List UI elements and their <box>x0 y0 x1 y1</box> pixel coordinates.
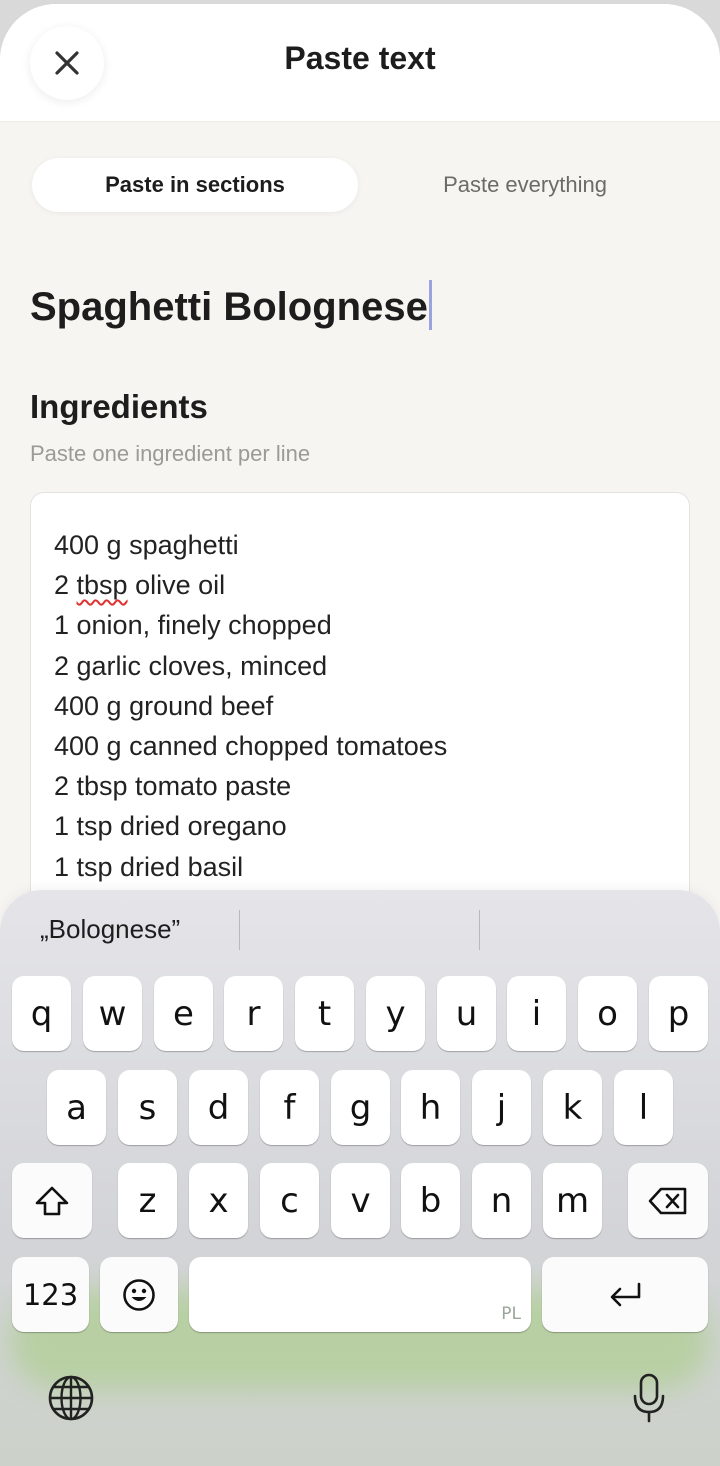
key-k[interactable]: k <box>543 1070 602 1145</box>
key-y[interactable]: y <box>366 976 425 1051</box>
onscreen-keyboard: „Bolognese” q w e r t y u i o p a s d f … <box>0 890 720 1466</box>
key-j[interactable]: j <box>472 1070 531 1145</box>
ingredient-line: 2 tbsp tomato paste <box>54 771 292 802</box>
suggestion-item[interactable]: „Bolognese” <box>40 914 180 945</box>
return-icon <box>610 1282 641 1306</box>
key-b[interactable]: b <box>401 1163 460 1238</box>
globe-button[interactable] <box>45 1372 97 1424</box>
shift-key[interactable] <box>12 1163 92 1238</box>
ingredients-hint: Paste one ingredient per line <box>30 441 311 466</box>
key-e[interactable]: e <box>154 976 213 1051</box>
key-w[interactable]: w <box>83 976 142 1051</box>
key-x[interactable]: x <box>189 1163 248 1238</box>
key-r[interactable]: r <box>224 976 283 1051</box>
tab-paste-everything[interactable]: Paste everything <box>360 154 690 216</box>
recipe-title-input[interactable]: Spaghetti Bolognese <box>30 280 432 330</box>
paste-mode-toggle: Paste in sections Paste everything <box>30 154 690 216</box>
key-u[interactable]: u <box>437 976 496 1051</box>
key-i[interactable]: i <box>507 976 566 1051</box>
return-key[interactable] <box>542 1257 708 1332</box>
key-g[interactable]: g <box>331 1070 390 1145</box>
recipe-title-text: Spaghetti Bolognese <box>30 285 428 329</box>
ingredients-heading: Ingredients <box>30 388 208 425</box>
key-s[interactable]: s <box>118 1070 177 1145</box>
key-p[interactable]: p <box>649 976 708 1051</box>
ingredient-line-text: olive oil <box>127 570 226 601</box>
key-t[interactable]: t <box>295 976 354 1051</box>
key-l[interactable]: l <box>614 1070 673 1145</box>
ingredient-line: 2 garlic cloves, minced <box>54 650 328 681</box>
emoji-icon <box>123 1278 155 1311</box>
emoji-key[interactable] <box>100 1257 178 1332</box>
dictation-button[interactable] <box>624 1370 674 1426</box>
key-m[interactable]: m <box>543 1163 602 1238</box>
ingredient-line: 400 g spaghetti <box>54 530 239 560</box>
key-n[interactable]: n <box>472 1163 531 1238</box>
ingredient-line: 1 tsp dried basil <box>54 851 244 882</box>
key-q[interactable]: q <box>12 976 71 1051</box>
page-title: Paste text <box>284 40 436 76</box>
globe-icon <box>48 1375 94 1421</box>
text-caret <box>428 280 432 330</box>
key-f[interactable]: f <box>260 1070 319 1145</box>
tab-paste-in-sections[interactable]: Paste in sections <box>32 158 358 212</box>
ingredient-line: 2 tbsp olive oil <box>54 565 666 605</box>
ingredient-line-text: 2 <box>54 570 77 601</box>
suggestion-divider <box>479 910 480 950</box>
space-key[interactable]: PL <box>189 1257 531 1332</box>
key-z[interactable]: z <box>118 1163 177 1238</box>
numbers-key[interactable]: 123 <box>12 1257 89 1332</box>
key-a[interactable]: a <box>47 1070 106 1145</box>
key-v[interactable]: v <box>331 1163 390 1238</box>
keyboard-language-label: PL <box>501 1304 521 1324</box>
ingredient-line: 1 tsp dried oregano <box>54 811 287 842</box>
backspace-icon <box>648 1187 687 1214</box>
suggestion-divider <box>239 910 240 950</box>
suggestion-bar: „Bolognese” <box>0 890 720 968</box>
ingredient-line: 400 g ground beef <box>54 690 274 721</box>
header: Paste text <box>0 4 720 122</box>
key-c[interactable]: c <box>260 1163 319 1238</box>
ingredient-line: 400 g canned chopped tomatoes <box>54 731 448 762</box>
key-h[interactable]: h <box>401 1070 460 1145</box>
shift-arrow-icon <box>35 1186 69 1215</box>
microphone-icon <box>633 1373 665 1423</box>
ingredient-line: 1 onion, finely chopped <box>54 610 332 641</box>
misspelled-word: tbsp <box>76 570 128 601</box>
delete-key[interactable] <box>628 1163 708 1238</box>
key-d[interactable]: d <box>189 1070 248 1145</box>
key-o[interactable]: o <box>578 976 637 1051</box>
